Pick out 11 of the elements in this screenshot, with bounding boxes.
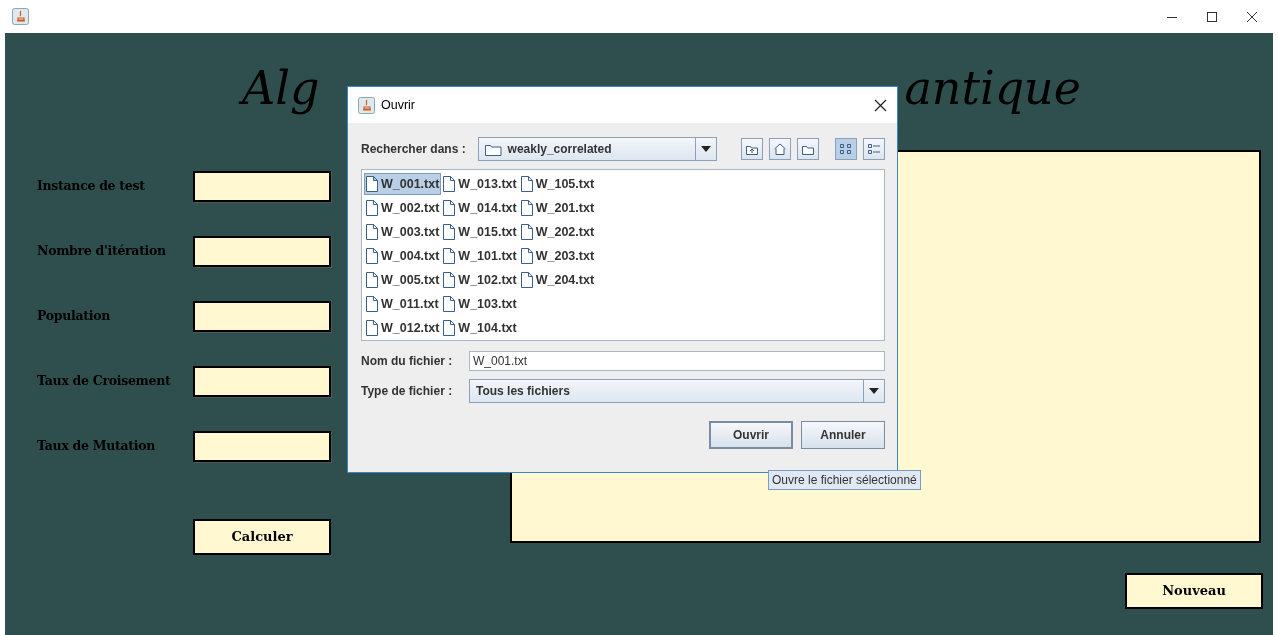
dialog-title: Ouvrir: [381, 96, 416, 114]
field-label: Taux de Croisement: [37, 372, 172, 391]
field-label: Instance de test: [37, 177, 146, 196]
file-type-label: Type de fichier :: [361, 383, 454, 400]
file-name-label: Nom du fichier :: [361, 353, 454, 370]
tooltip: Ouvre le fichier sélectionné: [768, 470, 921, 490]
field-label: Taux de Mutation: [37, 437, 157, 456]
field-label: Nombre d'itération: [37, 242, 167, 261]
look-in-label: Rechercher dans :: [361, 141, 467, 158]
field-label: Population: [37, 307, 112, 326]
app-title: antique: [904, 63, 1081, 114]
